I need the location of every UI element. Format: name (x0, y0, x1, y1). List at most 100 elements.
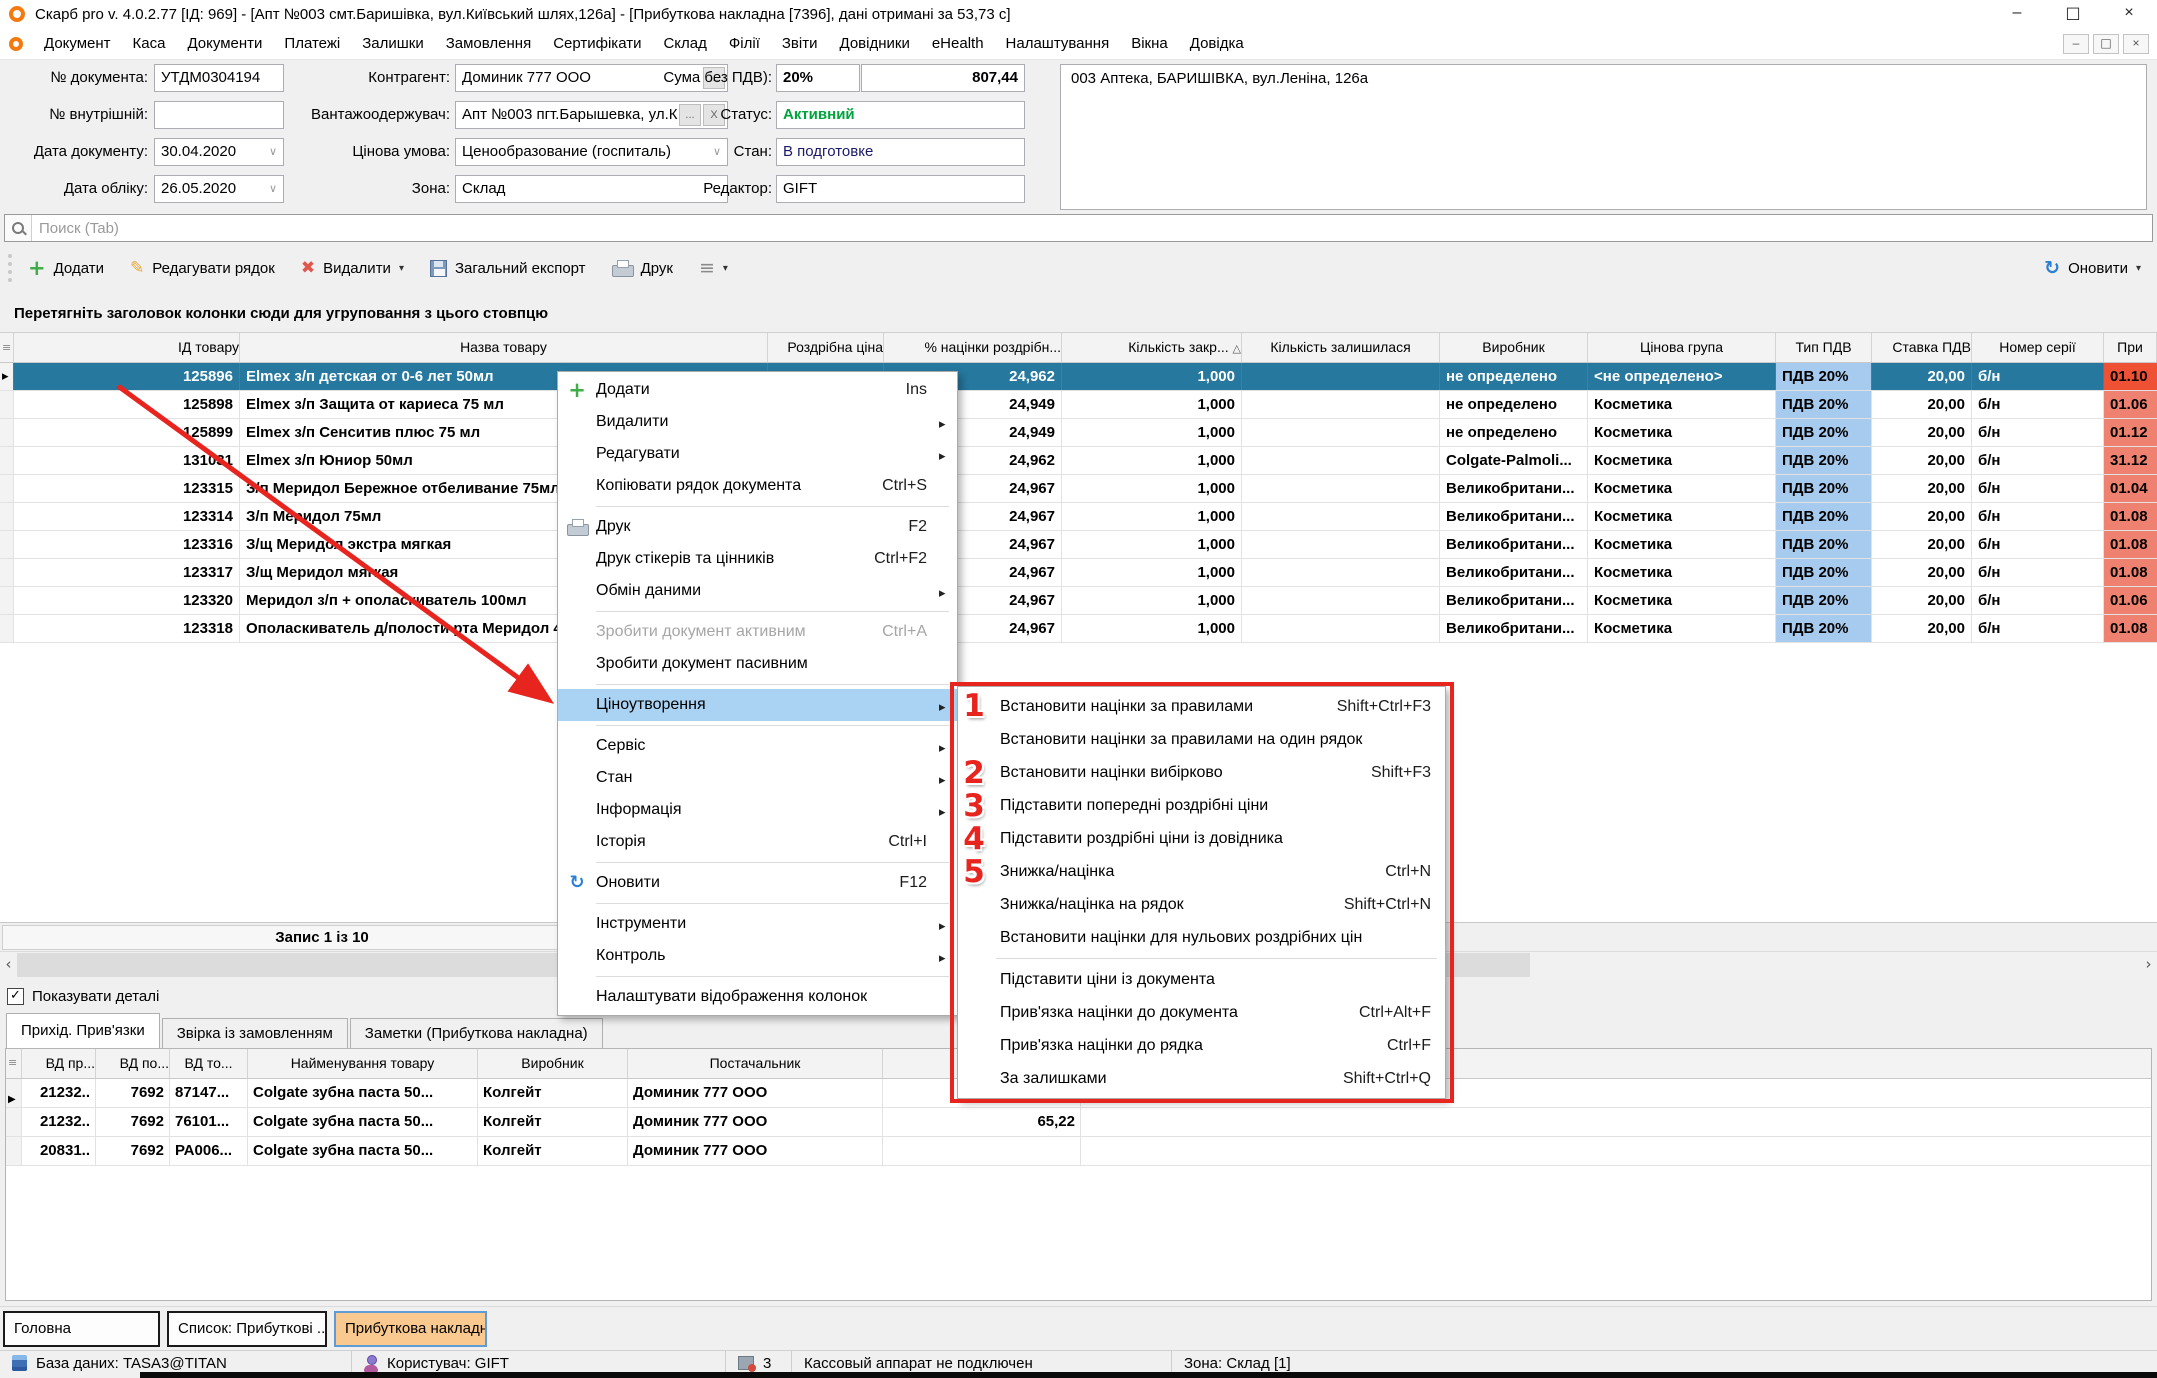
menu-item[interactable]: Ціноутворення (558, 689, 957, 721)
print-button[interactable]: Друк (612, 260, 673, 277)
menu-item[interactable]: Стан (558, 762, 957, 794)
menu-item[interactable]: Редагувати (558, 438, 957, 470)
detail-tab[interactable]: Прихід. Прив'язки (6, 1013, 160, 1048)
menubar-item[interactable]: eHealth (921, 35, 995, 52)
mdi-close-button[interactable]: × (2123, 34, 2149, 54)
menu-item[interactable]: Історія Ctrl+I (558, 826, 957, 858)
submenu-item[interactable]: За залишками Shift+Ctrl+Q (958, 1062, 1445, 1095)
scroll-right-icon[interactable]: › (2140, 952, 2157, 978)
submenu-item[interactable]: Прив'язка націнки до документа Ctrl+Alt+… (958, 996, 1445, 1029)
table-row[interactable]: 123318 Ополаскиватель д/полости рта Мери… (0, 615, 2157, 643)
account-date-field[interactable]: 26.05.2020∨ (154, 175, 284, 203)
column-header-vd-po[interactable]: ВД по... (96, 1049, 170, 1078)
column-header-id[interactable]: ІД товару (14, 333, 240, 362)
maximize-button[interactable]: □ (2045, 0, 2101, 28)
table-row[interactable]: 125898 Elmex з/п Защита от кариеса 75 мл… (0, 391, 2157, 419)
menu-item[interactable]: Налаштувати відображення колонок (558, 981, 957, 1013)
doc-number-field[interactable]: УТДМ0304194 (154, 64, 284, 92)
menubar-item[interactable]: Довідка (1179, 35, 1255, 52)
column-header-vd-to[interactable]: ВД то... (170, 1049, 248, 1078)
window-tab[interactable]: Список: Прибуткові ... (167, 1311, 327, 1347)
column-header-qty-closed[interactable]: Кількість закр... △ (1062, 333, 1242, 362)
menubar-item[interactable]: Сертифікати (542, 35, 652, 52)
detail-tab[interactable]: Заметки (Прибуткова накладна) (350, 1018, 603, 1048)
table-row[interactable]: 123315 З/п Меридол Бережное отбеливание … (0, 475, 2157, 503)
column-header-price-group[interactable]: Цінова група (1588, 333, 1776, 362)
menubar-item[interactable]: Довідники (829, 35, 921, 52)
mdi-minimize-button[interactable]: – (2063, 34, 2089, 54)
submenu-item[interactable]: Прив'язка націнки до рядка Ctrl+F (958, 1029, 1445, 1062)
menubar-item[interactable]: Залишки (351, 35, 435, 52)
menu-item[interactable]: Інструменти (558, 908, 957, 940)
table-row[interactable]: 123317 З/щ Меридол мягкая 24,967 1,000 В… (0, 559, 2157, 587)
menu-item[interactable]: Видалити (558, 406, 957, 438)
delete-button[interactable]: ✖Видалити▾ (301, 258, 404, 278)
submenu-item[interactable]: Знижка/націнка Ctrl+N (958, 855, 1445, 888)
menu-item[interactable]: Обмін даними (558, 575, 957, 607)
table-row[interactable]: 125899 Elmex з/п Сенситив плюс 75 мл 24,… (0, 419, 2157, 447)
table-row[interactable]: 131031 Elmex з/п Юниор 50мл 24,962 1,000… (0, 447, 2157, 475)
menubar-item[interactable]: Філії (718, 35, 771, 52)
column-header-vat-rate[interactable]: Ставка ПДВ (1872, 333, 1972, 362)
export-button[interactable]: Загальний експорт (430, 260, 586, 277)
menu-item[interactable]: Копіювати рядок документа Ctrl+S (558, 470, 957, 502)
submenu-item[interactable]: Підставити ціни із документа (958, 963, 1445, 996)
scroll-left-icon[interactable]: ‹ (0, 952, 17, 978)
menubar-item[interactable]: Замовлення (435, 35, 542, 52)
minimize-button[interactable]: – (1989, 0, 2045, 28)
menubar-item[interactable]: Документ (33, 35, 122, 52)
doc-date-field[interactable]: 30.04.2020∨ (154, 138, 284, 166)
column-header-pri[interactable]: При (2104, 333, 2157, 362)
column-header-markup[interactable]: % націнки роздрібн... (884, 333, 1062, 362)
submenu-item[interactable]: Встановити націнки для нульових роздрібн… (958, 921, 1445, 954)
column-header-vd-pr[interactable]: ВД пр... (22, 1049, 96, 1078)
column-header-vat-type[interactable]: Тип ПДВ (1776, 333, 1872, 362)
submenu-item[interactable]: Встановити націнки за правилами Shift+Ct… (958, 690, 1445, 723)
menubar-item[interactable]: Налаштування (995, 35, 1121, 52)
menu-item[interactable]: Друк стікерів та цінників Ctrl+F2 (558, 543, 957, 575)
edit-row-button[interactable]: ✎Редагувати рядок (130, 258, 275, 278)
chevron-down-icon[interactable]: ∨ (269, 139, 277, 165)
table-row[interactable]: 123320 Меридол з/п + ополаскиватель 100м… (0, 587, 2157, 615)
submenu-item[interactable]: Знижка/націнка на рядок Shift+Ctrl+N (958, 888, 1445, 921)
menu-item[interactable]: Оновити F12 (558, 867, 957, 899)
column-header-manufacturer[interactable]: Виробник (478, 1049, 628, 1078)
chevron-down-icon[interactable]: ∨ (269, 176, 277, 202)
column-header-manufacturer[interactable]: Виробник (1440, 333, 1588, 362)
menu-item[interactable]: Зробити документ активним Ctrl+A (558, 616, 957, 648)
mdi-restore-button[interactable]: □ (2093, 34, 2119, 54)
detail-tab[interactable]: Звірка із замовленням (162, 1018, 348, 1048)
close-button[interactable]: × (2101, 0, 2157, 28)
menu-item[interactable]: Зробити документ пасивним (558, 648, 957, 680)
window-tab[interactable]: Прибуткова накладна . (334, 1311, 487, 1347)
menubar-item[interactable]: Склад (652, 35, 717, 52)
column-header-name[interactable]: Назва товару (240, 333, 768, 362)
submenu-item[interactable]: Встановити націнки вибірково Shift+F3 (958, 756, 1445, 789)
submenu-item[interactable]: Встановити націнки за правилами на один … (958, 723, 1445, 756)
menubar-item[interactable]: Платежі (273, 35, 351, 52)
menu-item[interactable]: Додати Ins (558, 374, 957, 406)
menubar-item[interactable]: Звіти (771, 35, 829, 52)
column-header-product-name[interactable]: Найменування товару (248, 1049, 478, 1078)
toolbar-grip[interactable] (8, 254, 12, 282)
menubar-item[interactable]: Документи (176, 35, 273, 52)
menu-item[interactable]: Інформація (558, 794, 957, 826)
column-header-serial[interactable]: Номер серії (1972, 333, 2104, 362)
menu-item[interactable]: Сервіс (558, 730, 957, 762)
table-row[interactable]: 123316 З/щ Меридол экстра мягкая 24,967 … (0, 531, 2157, 559)
menu-item[interactable]: Друк F2 (558, 511, 957, 543)
detail-table-row[interactable]: 21232.. 7692 76101... Colgate зубна паст… (6, 1108, 2151, 1137)
table-row[interactable]: 125896 Elmex з/п детская от 0-6 лет 50мл… (0, 363, 2157, 391)
menu-item[interactable]: Контроль (558, 940, 957, 972)
submenu-item[interactable]: Підставити попередні роздрібні ціни (958, 789, 1445, 822)
window-tab[interactable]: Головна (3, 1311, 160, 1347)
show-details-checkbox[interactable]: ✓ (7, 988, 24, 1005)
internal-number-field[interactable] (154, 101, 284, 129)
add-button[interactable]: +Додати (28, 259, 104, 277)
menubar-item[interactable]: Вікна (1120, 35, 1179, 52)
list-options-button[interactable]: ≡▾ (699, 257, 728, 279)
submenu-item[interactable]: Підставити роздрібні ціни із довідника (958, 822, 1445, 855)
table-row[interactable]: 123314 З/п Меридол 75мл 24,967 1,000 Вел… (0, 503, 2157, 531)
detail-table-row[interactable]: 20831.. 7692 РА006... Colgate зубна паст… (6, 1137, 2151, 1166)
column-header-supplier[interactable]: Постачальник (628, 1049, 883, 1078)
